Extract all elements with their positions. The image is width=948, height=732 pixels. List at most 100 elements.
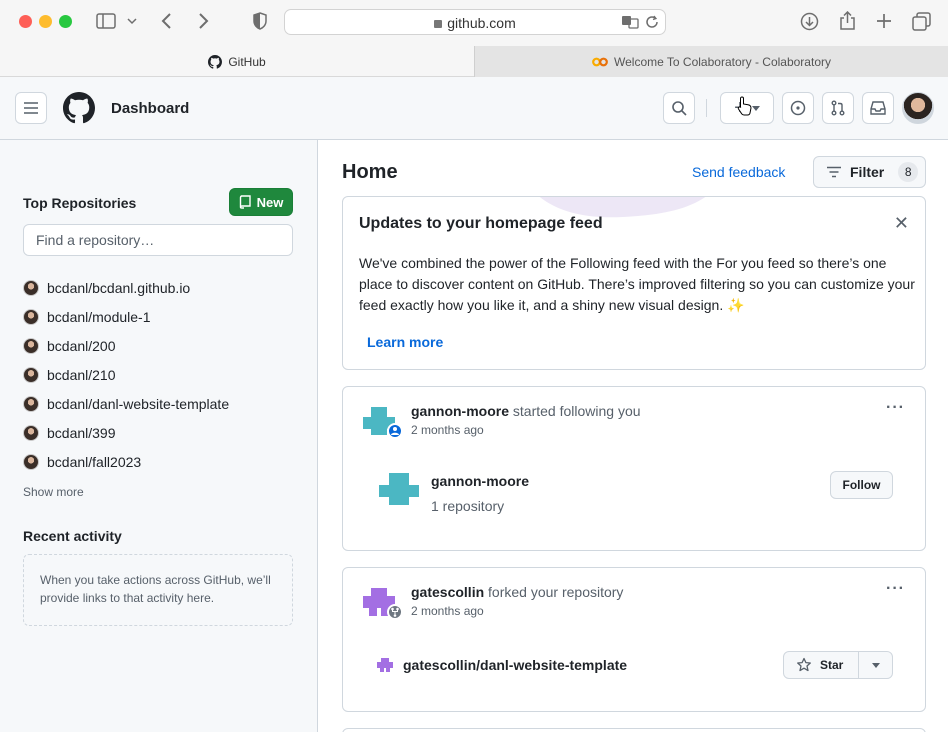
search-icon: [672, 101, 687, 116]
tab-label: GitHub: [228, 54, 266, 69]
pull-requests-button[interactable]: [822, 92, 854, 124]
avatar: [23, 453, 39, 470]
event-description: gatescollin forked your repository: [411, 584, 624, 600]
filter-count-badge: 8: [898, 162, 919, 182]
avatar: [23, 366, 39, 383]
new-repository-button[interactable]: New: [229, 188, 293, 216]
download-icon[interactable]: [800, 12, 819, 31]
sidebar: Top Repositories New bcdanl/bcdanl.githu…: [0, 140, 318, 732]
avatar: [23, 395, 39, 412]
avatar: [23, 337, 39, 354]
fork-event-card: gatescollin forked your repository 2 mon…: [342, 567, 926, 712]
issues-button[interactable]: [782, 92, 814, 124]
close-window-button[interactable]: [19, 15, 32, 28]
avatar: [23, 279, 39, 296]
repo-item[interactable]: bcdanl/399: [23, 418, 229, 447]
filter-button[interactable]: Filter 8: [813, 156, 926, 188]
shield-icon[interactable]: [253, 12, 267, 30]
tab-github[interactable]: GitHub: [0, 46, 474, 77]
repo-item[interactable]: bcdanl/210: [23, 360, 229, 389]
pull-request-icon: [831, 100, 845, 116]
new-tab-icon[interactable]: [876, 13, 892, 29]
repo-item[interactable]: bcdanl/200: [23, 331, 229, 360]
actor-link[interactable]: gatescollin: [411, 584, 484, 600]
recent-activity-heading: Recent activity: [23, 528, 122, 544]
more-options-icon[interactable]: ···: [886, 580, 905, 598]
translate-icon[interactable]: [621, 15, 639, 29]
forked-repo-link[interactable]: gatescollin/danl-website-template: [403, 657, 627, 673]
inbox-button[interactable]: [862, 92, 894, 124]
new-button-label: New: [256, 194, 284, 210]
chevron-down-icon[interactable]: [127, 17, 137, 25]
identicon-icon[interactable]: [379, 473, 419, 505]
hamburger-icon: [24, 102, 38, 114]
reload-icon[interactable]: [645, 15, 659, 29]
find-repository-input[interactable]: [23, 224, 293, 256]
repo-link[interactable]: bcdanl/200: [47, 338, 116, 354]
tab-colaboratory[interactable]: Welcome To Colaboratory - Colaboratory: [474, 46, 948, 77]
repo-link[interactable]: bcdanl/bcdanl.github.io: [47, 280, 190, 296]
repo-link[interactable]: bcdanl/210: [47, 367, 116, 383]
repo-item[interactable]: bcdanl/bcdanl.github.io: [23, 273, 229, 302]
share-icon[interactable]: [839, 11, 856, 31]
lock-icon: [434, 20, 443, 28]
identicon-icon[interactable]: [377, 658, 393, 672]
show-more-link[interactable]: Show more: [23, 485, 84, 499]
star-button-group: Star: [783, 651, 893, 679]
event-time: 2 months ago: [411, 423, 484, 437]
user-avatar[interactable]: [902, 92, 934, 124]
triangle-down-icon: [871, 662, 880, 668]
repo-item[interactable]: bcdanl/fall2023: [23, 447, 229, 476]
fork-badge-icon: [387, 604, 403, 620]
back-arrow-icon[interactable]: [161, 13, 173, 29]
issue-icon: [790, 100, 806, 116]
minimize-window-button[interactable]: [39, 15, 52, 28]
avatar: [23, 424, 39, 441]
page-title: Dashboard: [111, 100, 190, 117]
more-options-icon[interactable]: ···: [886, 399, 905, 417]
cursor-hand-icon: [737, 96, 752, 116]
repo-item[interactable]: bcdanl/module-1: [23, 302, 229, 331]
repo-link[interactable]: bcdanl/module-1: [47, 309, 151, 325]
send-feedback-link[interactable]: Send feedback: [692, 164, 785, 180]
tab-overview-icon[interactable]: [912, 12, 931, 31]
repo-icon: [239, 195, 251, 209]
star-list-dropdown[interactable]: [859, 652, 892, 678]
filter-label: Filter: [850, 164, 885, 180]
triangle-down-icon: [751, 105, 760, 111]
followed-user-name[interactable]: gannon-moore: [431, 473, 529, 489]
github-logo-icon: [208, 54, 223, 69]
person-badge-icon: [387, 423, 403, 439]
search-button[interactable]: [663, 92, 695, 124]
follow-button[interactable]: Follow: [830, 471, 893, 499]
repo-link[interactable]: bcdanl/danl-website-template: [47, 396, 229, 412]
sidebar-toggle-icon[interactable]: [96, 13, 116, 29]
star-button[interactable]: Star: [784, 652, 860, 678]
close-icon[interactable]: ✕: [894, 213, 909, 234]
repo-link[interactable]: bcdanl/399: [47, 425, 116, 441]
next-event-card: [342, 728, 926, 732]
inbox-icon: [870, 101, 886, 115]
follow-event-card: gannon-moore started following you 2 mon…: [342, 386, 926, 551]
filter-icon: [827, 166, 841, 178]
divider: [706, 99, 707, 117]
colab-logo-icon: [592, 57, 608, 66]
zoom-window-button[interactable]: [59, 15, 72, 28]
learn-more-link[interactable]: Learn more: [367, 334, 443, 350]
address-bar[interactable]: github.com: [284, 9, 666, 35]
tab-label: Welcome To Colaboratory - Colaboratory: [614, 54, 831, 69]
update-card-title: Updates to your homepage feed: [359, 215, 603, 232]
update-card-body: We've combined the power of the Followin…: [359, 255, 915, 313]
actor-link[interactable]: gannon-moore: [411, 403, 509, 419]
github-logo-icon[interactable]: [63, 92, 95, 124]
main-feed: Home Send feedback Filter 8 Updates to y…: [319, 140, 948, 732]
menu-button[interactable]: [15, 92, 47, 124]
homepage-update-card: Updates to your homepage feed ✕ We've co…: [342, 196, 926, 370]
event-time: 2 months ago: [411, 604, 484, 618]
repo-list: bcdanl/bcdanl.github.io bcdanl/module-1 …: [23, 273, 229, 476]
tab-bar: GitHub Welcome To Colaboratory - Colabor…: [0, 46, 948, 77]
repo-link[interactable]: bcdanl/fall2023: [47, 454, 141, 470]
repository-count: 1 repository: [431, 498, 505, 514]
forward-arrow-icon[interactable]: [197, 13, 209, 29]
repo-item[interactable]: bcdanl/danl-website-template: [23, 389, 229, 418]
